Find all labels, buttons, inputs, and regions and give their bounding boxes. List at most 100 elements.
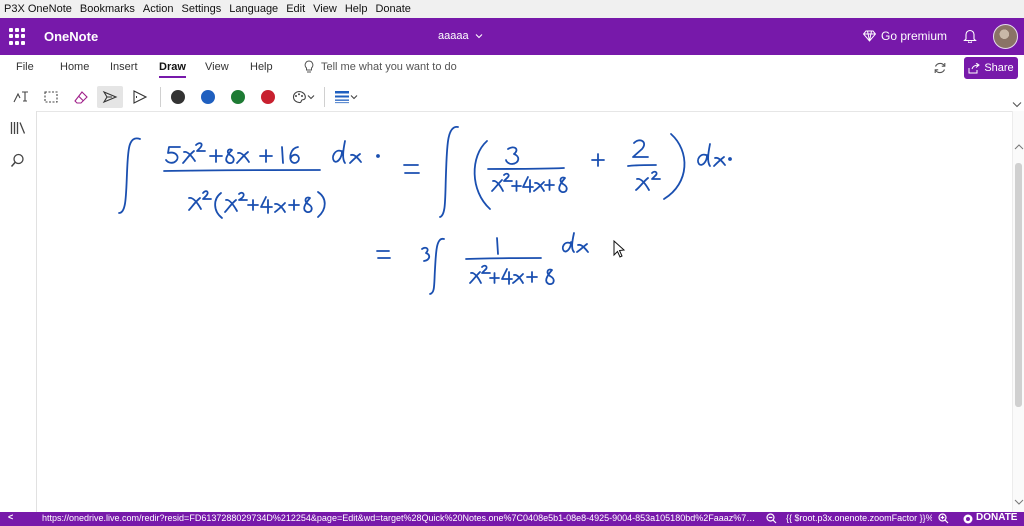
highlighter-tool[interactable]: [127, 86, 153, 108]
zoom-out-icon[interactable]: [766, 513, 777, 524]
tab-file[interactable]: File: [16, 61, 34, 73]
collapse-ribbon-icon[interactable]: [1012, 101, 1022, 108]
ink-stroke: [403, 164, 420, 174]
tab-help[interactable]: Help: [250, 61, 273, 73]
draw-toolbar: [0, 83, 1024, 111]
stroke-thickness-button[interactable]: [330, 86, 362, 108]
ink-stroke: [503, 172, 513, 182]
ink-stroke: [627, 164, 657, 167]
menu-app[interactable]: P3X OneNote: [4, 3, 72, 15]
nav-back-button[interactable]: <: [8, 512, 13, 522]
ink-stroke: [496, 237, 499, 255]
ink-stroke: [481, 264, 491, 274]
status-bar: < https://onedrive.live.com/redir?resid=…: [0, 512, 1024, 526]
ink-stroke: [591, 153, 605, 167]
tab-draw[interactable]: Draw: [159, 61, 186, 78]
select-region-tool[interactable]: [38, 86, 64, 108]
ink-stroke: [281, 146, 284, 164]
pen-blue[interactable]: [201, 90, 215, 104]
menu-donate[interactable]: Donate: [375, 3, 410, 15]
menu-language[interactable]: Language: [229, 3, 278, 15]
share-label: Share: [984, 62, 1014, 74]
pen-red[interactable]: [261, 90, 275, 104]
ink-stroke: [576, 243, 589, 253]
ink-dot: [728, 157, 732, 161]
handwritten-math-ink: [118, 126, 732, 295]
lasso-text-icon: [13, 91, 28, 103]
donate-button[interactable]: DONATE: [976, 512, 1017, 523]
app-launcher-icon[interactable]: [9, 27, 27, 46]
ink-stroke: [505, 146, 520, 165]
zoom-in-icon[interactable]: [938, 513, 949, 524]
eraser-tool[interactable]: [68, 86, 94, 108]
ink-stroke: [259, 149, 273, 163]
ribbon-tabs: File Home Insert Draw View Help Tell me …: [0, 55, 1024, 83]
ink-stroke: [421, 246, 431, 262]
toolbar-divider: [160, 87, 161, 107]
ink-stroke: [195, 142, 206, 152]
ink-stroke: [465, 257, 542, 260]
status-url: https://onedrive.live.com/redir?resid=FD…: [42, 513, 760, 523]
menu-action[interactable]: Action: [143, 3, 174, 15]
diamond-icon: [863, 30, 876, 42]
menu-bookmarks[interactable]: Bookmarks: [80, 3, 135, 15]
ink-stroke: [224, 199, 238, 213]
avatar[interactable]: [993, 24, 1018, 49]
tab-view[interactable]: View: [205, 61, 229, 73]
menu-edit[interactable]: Edit: [286, 3, 305, 15]
go-premium-button[interactable]: Go premium: [863, 29, 947, 43]
ink-stroke: [522, 176, 534, 193]
ink-stroke: [533, 181, 545, 192]
highlighter-icon: [133, 90, 148, 104]
tell-me-placeholder: Tell me what you want to do: [321, 61, 457, 73]
menu-view[interactable]: View: [313, 3, 337, 15]
scroll-down-icon[interactable]: [1014, 499, 1024, 505]
ink-stroke: [713, 156, 726, 167]
app-menubar: P3X OneNote Bookmarks Action Settings La…: [0, 0, 1024, 18]
note-canvas[interactable]: [37, 111, 1012, 512]
ink-stroke: [561, 232, 575, 253]
ink-stroke: [247, 199, 259, 211]
lasso-select-tool[interactable]: [8, 86, 34, 108]
ink-stroke: [489, 272, 500, 284]
ink-stroke: [236, 151, 250, 164]
tab-insert[interactable]: Insert: [110, 61, 138, 73]
palette-icon: [292, 90, 306, 104]
tab-home[interactable]: Home: [60, 61, 89, 73]
bell-icon[interactable]: [963, 28, 977, 43]
chevron-down-icon: [307, 95, 315, 100]
ink-stroke: [501, 268, 513, 285]
search-icon[interactable]: [10, 153, 25, 168]
notebooks-icon[interactable]: [10, 121, 27, 135]
ink-stroke: [163, 169, 321, 172]
pen-black[interactable]: [171, 90, 185, 104]
notebook-selector[interactable]: aaaaa: [438, 30, 483, 42]
ink-stroke: [526, 271, 538, 283]
ink-stroke: [225, 148, 235, 164]
share-button[interactable]: Share: [964, 57, 1018, 79]
ink-stroke: [511, 180, 522, 192]
share-icon: [968, 62, 981, 73]
line-weight-icon: [335, 91, 349, 104]
ink-dot: [376, 154, 380, 158]
pen-tool[interactable]: [97, 86, 123, 108]
menu-help[interactable]: Help: [345, 3, 368, 15]
sync-icon[interactable]: [933, 61, 947, 75]
tell-me-search[interactable]: Tell me what you want to do: [304, 60, 457, 74]
ink-stroke: [288, 199, 300, 211]
ink-stroke: [165, 146, 181, 164]
pen-green[interactable]: [231, 90, 245, 104]
vertical-scrollbar[interactable]: [1012, 111, 1024, 512]
ink-stroke: [469, 271, 482, 284]
ink-stroke: [429, 238, 445, 295]
chevron-down-icon: [350, 95, 358, 100]
more-pens-button[interactable]: [287, 86, 319, 108]
menu-settings[interactable]: Settings: [181, 3, 221, 15]
ink-stroke: [439, 126, 459, 218]
scroll-up-icon[interactable]: [1014, 144, 1024, 150]
scrollbar-thumb[interactable]: [1015, 163, 1022, 407]
left-navigation-rail: [0, 111, 37, 512]
ink-stroke: [349, 153, 362, 164]
ink-stroke: [487, 167, 565, 170]
app-name[interactable]: OneNote: [44, 29, 98, 44]
